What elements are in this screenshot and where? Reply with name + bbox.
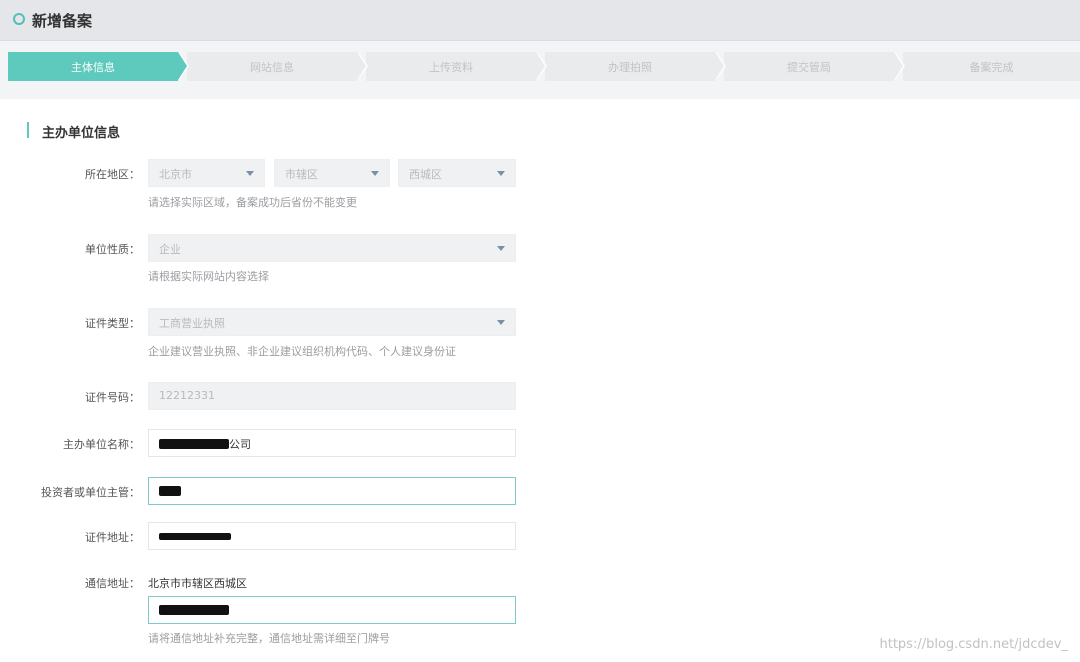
- province-select[interactable]: 北京市: [148, 159, 265, 187]
- unit-type-value: 企业: [159, 243, 181, 256]
- org-name-label: 主办单位名称：: [63, 438, 140, 451]
- step-1[interactable]: 主体信息: [8, 52, 189, 81]
- redacted-text: [159, 439, 229, 449]
- page-title: 新增备案: [32, 12, 93, 30]
- district-value: 西城区: [409, 168, 442, 181]
- step-arrow-icon: [715, 52, 724, 80]
- city-value: 市辖区: [285, 168, 318, 181]
- step-progress: 主体信息 网站信息 上传资料 办理拍照 提交管局 备案完成: [8, 52, 1080, 81]
- cert-type-value: 工商营业执照: [159, 317, 225, 330]
- mail-address-label: 通信地址：: [85, 577, 140, 590]
- chevron-down-icon: [497, 320, 505, 325]
- investor-label: 投资者或单位主管：: [41, 486, 140, 499]
- region-hint: 请选择实际区域，备案成功后省份不能变更: [148, 196, 357, 209]
- step-label: 提交管局: [787, 61, 831, 74]
- unit-type-select[interactable]: 企业: [148, 234, 516, 262]
- step-2[interactable]: 网站信息: [187, 52, 368, 81]
- cert-address-label: 证件地址：: [85, 531, 140, 544]
- region-label: 所在地区：: [85, 168, 140, 181]
- redacted-text: [159, 605, 229, 615]
- chevron-down-icon: [497, 171, 505, 176]
- step-arrow-icon: [178, 52, 187, 80]
- unit-type-label: 单位性质：: [85, 243, 140, 256]
- section-title: 主办单位信息: [42, 126, 121, 141]
- step-label: 备案完成: [969, 61, 1014, 74]
- chevron-down-icon: [497, 246, 505, 251]
- watermark: https://blog.csdn.net/jdcdev_: [879, 637, 1068, 652]
- step-4[interactable]: 办理拍照: [545, 52, 726, 81]
- section-accent: [27, 122, 29, 138]
- cert-type-select[interactable]: 工商营业执照: [148, 308, 516, 336]
- step-label: 网站信息: [250, 61, 294, 74]
- step-6[interactable]: 备案完成: [903, 52, 1080, 81]
- redacted-text: [159, 486, 181, 496]
- unit-type-hint: 请根据实际网站内容选择: [148, 270, 269, 283]
- redacted-text: [159, 532, 231, 540]
- city-select[interactable]: 市辖区: [274, 159, 390, 187]
- step-arrow-icon: [536, 52, 545, 80]
- step-label: 办理拍照: [608, 61, 652, 74]
- step-arrow-icon: [357, 52, 366, 80]
- cert-type-hint: 企业建议营业执照、非企业建议组织机构代码、个人建议身份证: [148, 345, 456, 358]
- mail-address-input[interactable]: [148, 596, 516, 624]
- step-5[interactable]: 提交管局: [724, 52, 905, 81]
- circle-icon: [13, 13, 25, 25]
- mail-address-prefix: 北京市市辖区西城区: [148, 577, 247, 590]
- step-arrow-icon: [894, 52, 903, 80]
- district-select[interactable]: 西城区: [398, 159, 516, 187]
- step-label: 主体信息: [71, 61, 115, 74]
- investor-input[interactable]: [148, 477, 516, 505]
- cert-number-label: 证件号码：: [85, 391, 140, 404]
- cert-number-value: 12212331: [159, 389, 215, 402]
- chevron-down-icon: [371, 171, 379, 176]
- chevron-down-icon: [246, 171, 254, 176]
- top-bar: 新增备案: [0, 0, 1080, 41]
- org-name-suffix: 公司: [229, 438, 251, 451]
- cert-address-input[interactable]: [148, 522, 516, 550]
- mail-address-hint: 请将通信地址补充完整，通信地址需详细至门牌号: [148, 632, 390, 645]
- step-label: 上传资料: [429, 61, 473, 74]
- cert-number-input[interactable]: 12212331: [148, 382, 516, 410]
- province-value: 北京市: [159, 168, 192, 181]
- org-name-input[interactable]: 公司: [148, 429, 516, 457]
- cert-type-label: 证件类型：: [85, 317, 140, 330]
- step-3[interactable]: 上传资料: [366, 52, 547, 81]
